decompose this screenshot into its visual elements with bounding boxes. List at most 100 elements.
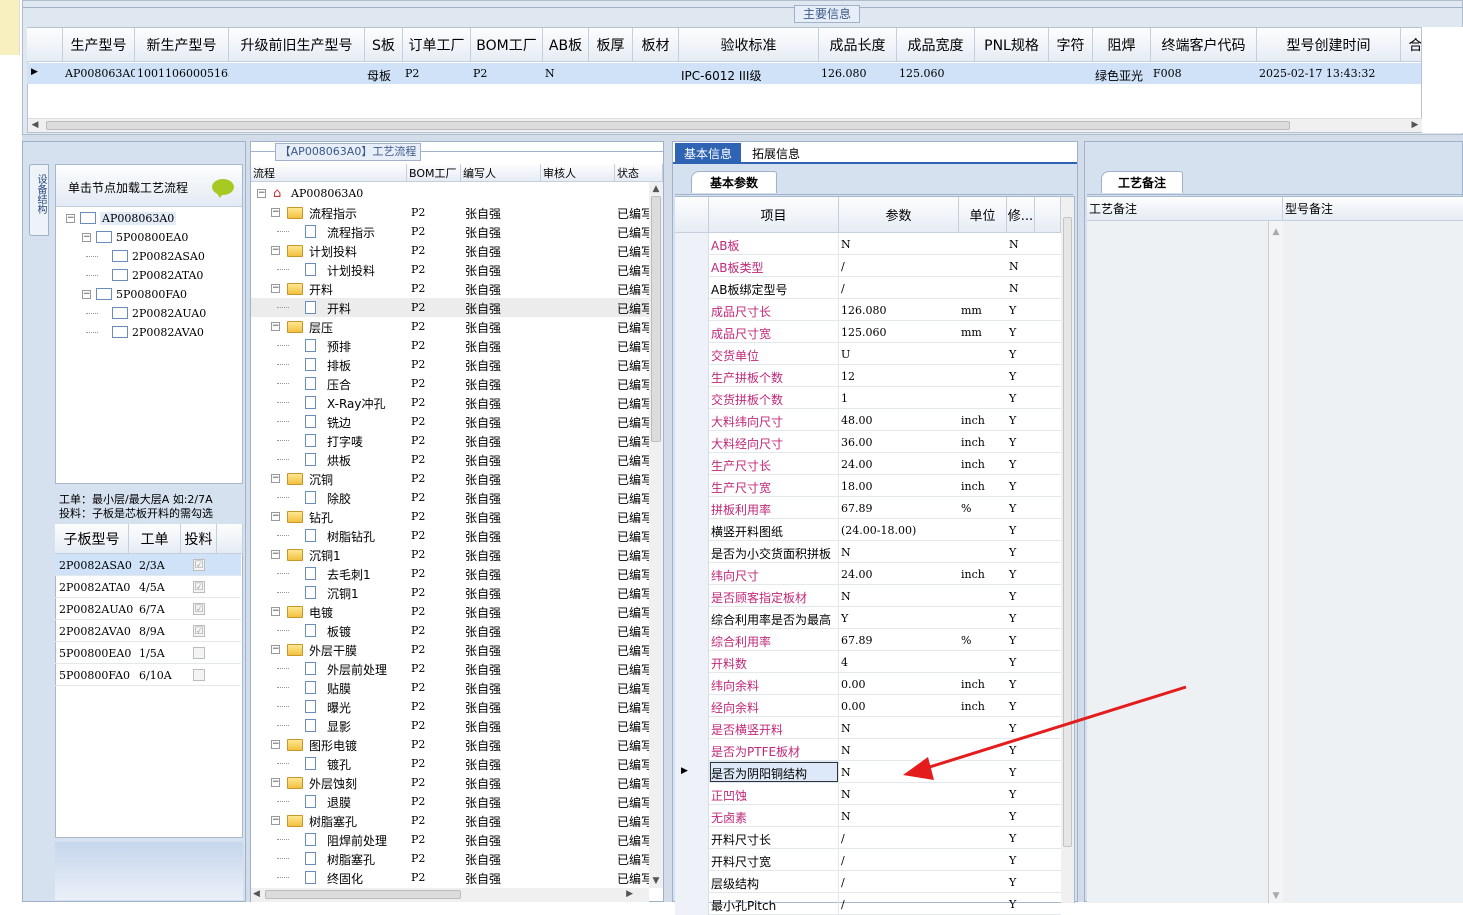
column-header[interactable]: 新生产型号: [135, 28, 229, 62]
column-header[interactable]: 终端客户代码: [1151, 28, 1257, 62]
param-value[interactable]: /: [841, 832, 959, 845]
param-value[interactable]: Y: [841, 612, 959, 625]
sub-grid-header[interactable]: 子板型号: [55, 524, 129, 554]
flow-row[interactable]: − 流程指示 P2 张自强 已编写: [251, 203, 649, 222]
params-row[interactable]: AB板类型 / N: [675, 255, 1061, 277]
flow-row[interactable]: − 开料 P2 张自强 已编写: [251, 279, 649, 298]
flow-row[interactable]: − 钻孔 P2 张自强 已编写: [251, 507, 649, 526]
flow-column-header[interactable]: 状态: [615, 164, 663, 182]
sub-grid-row[interactable]: 2P0082ATA0 4/5A ☑: [55, 576, 241, 598]
param-value[interactable]: /: [841, 898, 959, 911]
flow-row[interactable]: 镀孔 P2 张自强 已编写: [251, 754, 649, 773]
column-header[interactable]: 升级前旧生产型号: [229, 28, 365, 62]
remarks-col2-body[interactable]: [1283, 221, 1463, 903]
param-value[interactable]: N: [841, 238, 959, 251]
param-value[interactable]: N: [841, 590, 959, 603]
param-item[interactable]: AB板: [709, 233, 839, 255]
flow-row[interactable]: 铣边 P2 张自强 已编写: [251, 412, 649, 431]
params-row[interactable]: 生产尺寸宽 18.00 inch Y: [675, 475, 1061, 497]
params-row[interactable]: 纬向余料 0.00 inch Y: [675, 673, 1061, 695]
feed-checkbox[interactable]: ☑: [193, 559, 205, 571]
params-column-header[interactable]: 修...: [1007, 197, 1035, 233]
params-row[interactable]: 开料尺寸宽 / Y: [675, 849, 1061, 871]
collapse-icon[interactable]: −: [271, 322, 280, 331]
param-value[interactable]: 67.89: [841, 634, 959, 647]
tab-process-remarks[interactable]: 工艺备注: [1101, 171, 1183, 193]
flow-row[interactable]: 预排 P2 张自强 已编写: [251, 336, 649, 355]
column-header[interactable]: 阻焊: [1093, 28, 1151, 62]
param-item[interactable]: 纬向余料: [709, 673, 839, 695]
tree-node[interactable]: − AP008063A0: [56, 209, 242, 228]
column-header[interactable]: 生产型号: [63, 28, 135, 62]
flow-row[interactable]: − 层压 P2 张自强 已编写: [251, 317, 649, 336]
param-item[interactable]: 最小孔Pitch: [709, 893, 839, 915]
params-row[interactable]: 无卤素 N Y: [675, 805, 1061, 827]
feed-checkbox[interactable]: [193, 647, 205, 659]
sub-grid-row[interactable]: 2P0082AVA0 8/9A ☑: [55, 620, 241, 642]
params-row[interactable]: 是否为小交货面积拼板 N Y: [675, 541, 1061, 563]
collapse-icon[interactable]: −: [271, 474, 280, 483]
param-value[interactable]: /: [841, 854, 959, 867]
flow-row[interactable]: 沉铜1 P2 张自强 已编写: [251, 583, 649, 602]
horizontal-scrollbar[interactable]: ◀ ▶: [28, 118, 1422, 132]
param-item[interactable]: 综合利用率是否为最高: [709, 607, 839, 629]
flow-row[interactable]: − 沉铜 P2 张自强 已编写: [251, 469, 649, 488]
flow-row[interactable]: − 沉铜1 P2 张自强 已编写: [251, 545, 649, 564]
collapse-icon[interactable]: −: [271, 284, 280, 293]
column-header[interactable]: 验收标准: [679, 28, 819, 62]
params-row[interactable]: 正凹蚀 N Y: [675, 783, 1061, 805]
collapse-icon[interactable]: −: [271, 512, 280, 521]
param-item[interactable]: 生产尺寸宽: [709, 475, 839, 497]
sub-grid-header[interactable]: 投料: [181, 524, 217, 554]
params-row[interactable]: 开料数 4 Y: [675, 651, 1061, 673]
params-column-header[interactable]: 参数: [839, 197, 959, 233]
tab-basic-info[interactable]: 基本信息: [675, 143, 741, 164]
params-row[interactable]: AB板 N N: [675, 233, 1061, 255]
tree-node[interactable]: 2P0082ASA0: [56, 247, 242, 266]
param-value[interactable]: N: [841, 810, 959, 823]
flow-row[interactable]: − 外层干膜 P2 张自强 已编写: [251, 640, 649, 659]
flow-row[interactable]: − 计划投料 P2 张自强 已编写: [251, 241, 649, 260]
param-item[interactable]: 生产拼板个数: [709, 365, 839, 387]
flow-row[interactable]: 树脂钻孔 P2 张自强 已编写: [251, 526, 649, 545]
params-row[interactable]: 交货单位 U Y: [675, 343, 1061, 365]
param-value[interactable]: N: [841, 744, 959, 757]
flow-row[interactable]: 烘板 P2 张自强 已编写: [251, 450, 649, 469]
tab-extended-info[interactable]: 拓展信息: [743, 143, 809, 164]
remarks-col1-body[interactable]: [1087, 221, 1269, 903]
flow-row[interactable]: 退膜 P2 张自强 已编写: [251, 792, 649, 811]
remarks-scrollbar-1[interactable]: ▲ ▼: [1269, 221, 1283, 903]
collapse-icon[interactable]: −: [82, 233, 91, 242]
param-item[interactable]: 开料尺寸宽: [709, 849, 839, 871]
param-value[interactable]: N: [841, 766, 959, 779]
flow-row[interactable]: 排板 P2 张自强 已编写: [251, 355, 649, 374]
flow-root-row[interactable]: − ⌂ AP008063A0: [253, 184, 648, 203]
param-value[interactable]: 0.00: [841, 678, 959, 691]
collapse-icon[interactable]: −: [271, 607, 280, 616]
flow-vertical-scrollbar[interactable]: ▲ ▼: [649, 182, 663, 888]
param-item[interactable]: 无卤素: [709, 805, 839, 827]
param-value[interactable]: 18.00: [841, 480, 959, 493]
params-row[interactable]: 成品尺寸长 126.080 mm Y: [675, 299, 1061, 321]
flow-scroll-thumb[interactable]: [651, 196, 661, 442]
param-item[interactable]: 生产尺寸长: [709, 453, 839, 475]
collapse-icon[interactable]: −: [271, 550, 280, 559]
param-value[interactable]: N: [841, 546, 959, 559]
flow-row[interactable]: 计划投料 P2 张自强 已编写: [251, 260, 649, 279]
param-value[interactable]: 24.00: [841, 458, 959, 471]
vertical-splitter-mid[interactable]: [664, 141, 672, 902]
param-value[interactable]: 12: [841, 370, 959, 383]
flow-row[interactable]: 曝光 P2 张自强 已编写: [251, 697, 649, 716]
flow-column-header[interactable]: BOM工厂: [407, 164, 461, 182]
param-item[interactable]: 是否为小交货面积拼板: [709, 541, 839, 563]
flow-row[interactable]: 开料 P2 张自强 已编写: [251, 298, 649, 317]
param-item[interactable]: 大料纬向尺寸: [709, 409, 839, 431]
param-value[interactable]: 67.89: [841, 502, 959, 515]
column-header[interactable]: 成品长度: [819, 28, 897, 62]
param-value[interactable]: 24.00: [841, 568, 959, 581]
params-row[interactable]: 拼板利用率 67.89% Y: [675, 497, 1061, 519]
param-item[interactable]: 大料经向尺寸: [709, 431, 839, 453]
param-value[interactable]: N: [841, 788, 959, 801]
param-item[interactable]: 是否顾客指定板材: [709, 585, 839, 607]
column-header[interactable]: PNL规格: [975, 28, 1049, 62]
